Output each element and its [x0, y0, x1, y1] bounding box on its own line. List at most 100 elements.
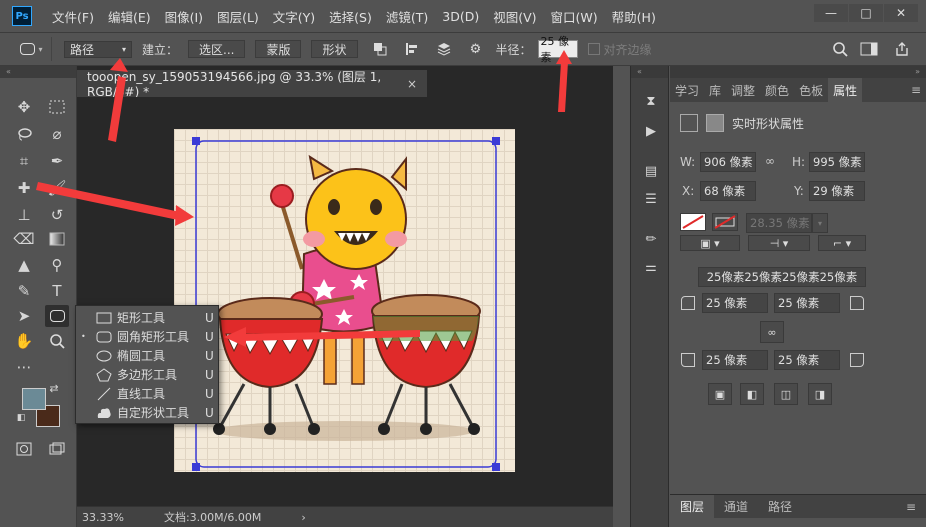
shape-tool-icon[interactable] — [45, 305, 69, 327]
shape-properties-icon[interactable] — [680, 114, 698, 132]
minimize-button[interactable]: — — [814, 4, 848, 22]
stroke-join-select[interactable]: ⌐ ▾ — [818, 235, 866, 251]
tab-learn[interactable]: 学习 — [670, 78, 704, 102]
pen-tool-icon[interactable]: ✎ — [12, 280, 36, 302]
stroke-cap-select[interactable]: ⊣ ▾ — [748, 235, 810, 251]
menu-window[interactable]: 窗口(W) — [551, 7, 598, 26]
height-input[interactable]: 995 像素 — [809, 152, 865, 172]
blur-tool-icon[interactable]: ▲ — [12, 254, 36, 276]
menu-view[interactable]: 视图(V) — [493, 7, 536, 26]
path-union-icon[interactable]: ▣ — [708, 383, 732, 405]
tab-color[interactable]: 颜色 — [760, 78, 794, 102]
character-panel-icon[interactable]: ▤ — [641, 162, 661, 180]
bottom-left-radius-input[interactable]: 25 像素 — [702, 350, 768, 370]
path-selection-icon[interactable]: ➤ — [12, 305, 36, 327]
crop-tool-icon[interactable]: ⌗ — [12, 150, 36, 172]
maximize-button[interactable]: □ — [849, 4, 883, 22]
menu-select[interactable]: 选择(S) — [329, 7, 372, 26]
history-brush-icon[interactable]: ↺ — [45, 204, 69, 226]
bottom-right-radius-input[interactable]: 25 像素 — [774, 350, 840, 370]
menu-edit[interactable]: 编辑(E) — [108, 7, 151, 26]
paragraph-panel-icon[interactable]: ☰ — [641, 190, 661, 208]
canvas-image[interactable] — [174, 129, 515, 472]
tab-libraries[interactable]: 库 — [704, 78, 726, 102]
width-input[interactable]: 906 像素 — [700, 152, 756, 172]
type-tool-icon[interactable]: T — [45, 280, 69, 302]
dock-collapse-handle[interactable]: « — [631, 66, 668, 78]
document-tab[interactable]: tooopen_sy_159053194566.jpg @ 33.3% (图层 … — [77, 70, 427, 99]
flyout-item-rounded-rectangle[interactable]: • 圆角矩形工具 U — [76, 327, 218, 346]
panel-menu-icon[interactable]: ≡ — [906, 78, 926, 102]
menu-layer[interactable]: 图层(L) — [217, 7, 259, 26]
search-icon[interactable] — [830, 39, 850, 59]
share-icon[interactable] — [892, 39, 912, 59]
adjustments-sliders-icon[interactable]: ⚌ — [641, 258, 661, 276]
close-button[interactable]: ✕ — [884, 4, 918, 22]
hand-tool-icon[interactable]: ✋ — [12, 330, 36, 352]
path-intersect-icon[interactable]: ◫ — [774, 383, 798, 405]
path-arrangement-icon[interactable] — [434, 39, 454, 59]
align-edges-checkbox[interactable] — [587, 43, 600, 55]
zoom-level[interactable]: 33.33% — [82, 511, 124, 524]
move-tool-icon[interactable]: ✥ — [12, 96, 36, 118]
tab-layers[interactable]: 图层 — [670, 494, 715, 519]
panel-collapse-handle[interactable]: » — [670, 66, 926, 78]
tab-swatches[interactable]: 色板 — [794, 78, 828, 102]
flyout-item-rectangle[interactable]: 矩形工具 U — [76, 308, 218, 327]
brush-tool-icon[interactable]: 🖌 — [45, 177, 69, 199]
clone-stamp-icon[interactable]: ⊥ — [12, 204, 36, 226]
healing-brush-icon[interactable]: ✚ — [12, 177, 36, 199]
top-right-radius-input[interactable]: 25 像素 — [774, 293, 840, 313]
path-alignment-icon[interactable] — [402, 39, 422, 59]
actions-play-icon[interactable]: ▶ — [641, 122, 661, 140]
fill-color-swatch[interactable] — [680, 213, 706, 231]
status-expand-icon[interactable]: › — [301, 511, 305, 524]
default-colors-icon[interactable]: ◧ — [14, 411, 28, 425]
history-panel-icon[interactable]: ⧗ — [641, 92, 661, 110]
tab-properties[interactable]: 属性 — [828, 78, 863, 102]
panel-collapse-handle[interactable]: « — [0, 66, 76, 78]
zoom-tool-icon[interactable] — [45, 330, 69, 352]
eraser-icon[interactable]: ⌫ — [12, 228, 36, 250]
tab-paths[interactable]: 路径 — [758, 495, 802, 519]
flyout-item-ellipse[interactable]: 椭圆工具 U — [76, 346, 218, 365]
marquee-tool-icon[interactable] — [45, 96, 69, 118]
gradient-tool-icon[interactable] — [45, 228, 69, 250]
close-icon[interactable]: × — [407, 77, 417, 91]
flyout-item-line[interactable]: 直线工具 U — [76, 384, 218, 403]
panel-menu-icon[interactable]: ≡ — [896, 495, 926, 519]
radius-input[interactable]: 25 像素 — [537, 35, 578, 64]
workspace-icon[interactable] — [858, 39, 880, 59]
chevron-down-icon[interactable]: ▾ — [812, 213, 828, 233]
more-tools-icon[interactable]: ⋯ — [12, 356, 36, 378]
shape-button[interactable]: 形状 — [311, 40, 358, 58]
flyout-item-polygon[interactable]: 多边形工具 U — [76, 365, 218, 384]
screen-mode-icon[interactable] — [45, 438, 69, 460]
tab-channels[interactable]: 通道 — [714, 495, 758, 519]
menu-3d[interactable]: 3D(D) — [442, 9, 479, 24]
y-input[interactable]: 29 像素 — [809, 181, 865, 201]
selection-button[interactable]: 选区... — [188, 40, 246, 58]
mask-button[interactable]: 蒙版 — [255, 40, 302, 58]
menu-help[interactable]: 帮助(H) — [612, 7, 656, 26]
quick-mask-icon[interactable] — [12, 438, 36, 460]
menu-file[interactable]: 文件(F) — [52, 7, 94, 26]
eyedropper-icon[interactable]: ✒ — [45, 150, 69, 172]
x-input[interactable]: 68 像素 — [700, 181, 756, 201]
path-subtract-icon[interactable]: ◧ — [740, 383, 764, 405]
top-left-radius-input[interactable]: 25 像素 — [702, 293, 768, 313]
gear-icon[interactable]: ⚙ — [466, 39, 486, 59]
menu-type[interactable]: 文字(Y) — [273, 7, 315, 26]
all-corners-input[interactable]: 25像素25像素25像素25像素 — [698, 267, 866, 287]
stroke-width-input[interactable]: 28.35 像素 — [746, 213, 812, 233]
path-operations-icon[interactable] — [370, 39, 390, 59]
lasso-tool-icon[interactable] — [12, 123, 36, 145]
brush-settings-icon[interactable]: ✏ — [641, 230, 661, 248]
menu-filter[interactable]: 滤镜(T) — [386, 7, 428, 26]
path-exclude-icon[interactable]: ◨ — [808, 383, 832, 405]
link-icon[interactable]: ∞ — [765, 154, 775, 168]
stroke-color-swatch[interactable] — [712, 213, 738, 231]
tab-adjustments[interactable]: 调整 — [726, 78, 760, 102]
tool-mode-select[interactable]: 路径 ▾ — [64, 40, 132, 58]
menu-image[interactable]: 图像(I) — [165, 7, 203, 26]
